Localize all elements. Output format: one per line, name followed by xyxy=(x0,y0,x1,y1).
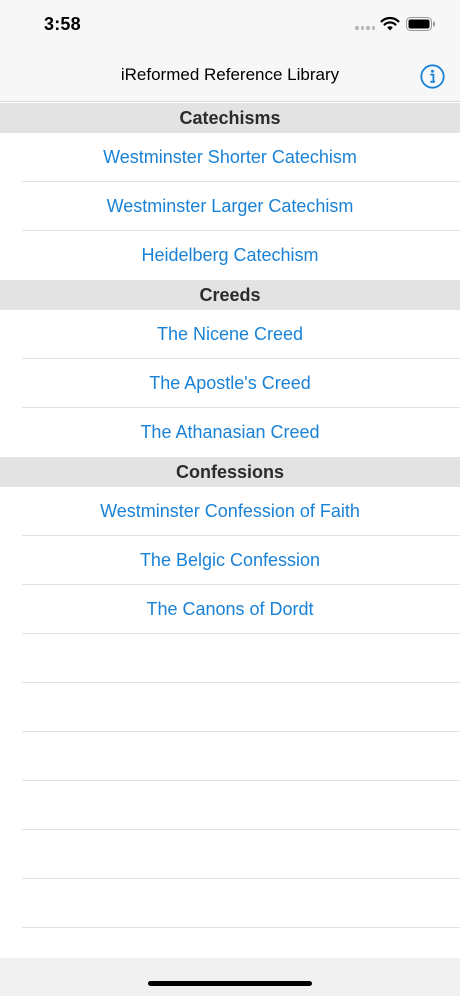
section-header-catechisms: Catechisms xyxy=(0,103,460,133)
bottom-bar xyxy=(0,958,460,996)
list-item-belgic-confession[interactable]: The Belgic Confession xyxy=(0,536,460,585)
cellular-dots-icon xyxy=(355,26,375,32)
status-bar: 3:58 xyxy=(0,0,460,50)
navigation-bar: iReformed Reference Library xyxy=(0,50,460,102)
empty-row xyxy=(0,781,460,830)
empty-row xyxy=(0,634,460,683)
page-title: iReformed Reference Library xyxy=(120,65,340,84)
info-circle-icon[interactable] xyxy=(420,64,445,89)
list-item-westminster-shorter-catechism[interactable]: Westminster Shorter Catechism xyxy=(0,133,460,182)
top-bar: 3:58 iReformed Reference Library xyxy=(0,0,460,102)
home-indicator[interactable] xyxy=(148,981,312,986)
empty-row xyxy=(0,830,460,879)
reference-list: Catechisms Westminster Shorter Catechism… xyxy=(0,103,460,928)
section-header-confessions: Confessions xyxy=(0,457,460,487)
wifi-icon xyxy=(380,16,400,31)
list-item-canons-of-dordt[interactable]: The Canons of Dordt xyxy=(0,585,460,634)
list-item-westminster-confession[interactable]: Westminster Confession of Faith xyxy=(0,487,460,536)
list-item-nicene-creed[interactable]: The Nicene Creed xyxy=(0,310,460,359)
list-item-heidelberg-catechism[interactable]: Heidelberg Catechism xyxy=(0,231,460,280)
status-time: 3:58 xyxy=(44,14,81,34)
screen: 3:58 iReformed Reference Library Catechi… xyxy=(0,0,460,996)
battery-icon xyxy=(406,17,435,31)
list-item-apostles-creed[interactable]: The Apostle's Creed xyxy=(0,359,460,408)
section-header-creeds: Creeds xyxy=(0,280,460,310)
empty-row xyxy=(0,879,460,928)
list-item-athanasian-creed[interactable]: The Athanasian Creed xyxy=(0,408,460,457)
empty-row xyxy=(0,732,460,781)
empty-row xyxy=(0,683,460,732)
list-item-westminster-larger-catechism[interactable]: Westminster Larger Catechism xyxy=(0,182,460,231)
